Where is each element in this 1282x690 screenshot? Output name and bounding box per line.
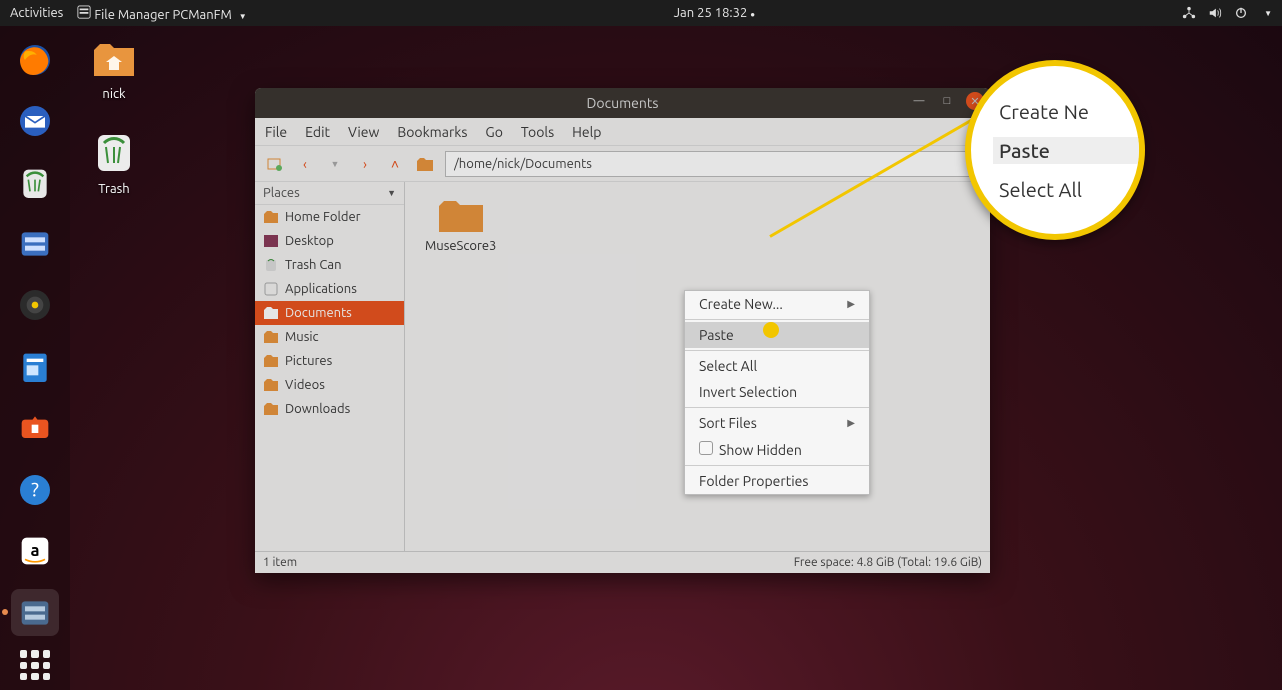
sidebar-videos[interactable]: Videos <box>255 373 404 397</box>
sidebar-downloads[interactable]: Downloads <box>255 397 404 421</box>
places-header[interactable]: Places ▼ <box>255 182 404 205</box>
folder-musescore3[interactable]: MuseScore3 <box>425 196 496 253</box>
file-label: MuseScore3 <box>425 239 496 253</box>
desktop-home-folder[interactable]: nick <box>90 40 138 101</box>
dock-help[interactable]: ? <box>11 466 59 513</box>
up-button[interactable]: ˄ <box>385 154 405 174</box>
callout-row: Create Ne <box>999 100 1139 123</box>
sidebar-trash-can[interactable]: Trash Can <box>255 253 404 277</box>
ctx-sort-files[interactable]: Sort Files▶ <box>685 410 869 436</box>
power-icon[interactable] <box>1234 6 1248 20</box>
menu-help[interactable]: Help <box>572 124 601 140</box>
dock-software[interactable] <box>11 405 59 452</box>
ctx-folder-properties[interactable]: Folder Properties <box>685 468 869 494</box>
menubar: File Edit View Bookmarks Go Tools Help <box>255 118 990 146</box>
ctx-show-hidden[interactable]: Show Hidden <box>685 436 869 463</box>
status-free-space: Free space: 4.8 GiB (Total: 19.6 GiB) <box>794 556 982 569</box>
dock: ? a <box>0 26 70 690</box>
ctx-create-new[interactable]: Create New...▶ <box>685 291 869 317</box>
home-button[interactable] <box>415 154 435 174</box>
show-applications-button[interactable] <box>20 650 50 680</box>
menu-go[interactable]: Go <box>485 124 502 140</box>
sidebar-applications[interactable]: Applications <box>255 277 404 301</box>
path-input[interactable] <box>445 151 980 177</box>
callout-bubble: Create Ne Paste Select All <box>965 60 1145 240</box>
chevron-down-icon: ▼ <box>387 188 396 198</box>
dock-thunderbird[interactable] <box>11 97 59 144</box>
activities-button[interactable]: Activities <box>10 6 63 20</box>
sidebar-desktop[interactable]: Desktop <box>255 229 404 253</box>
menu-edit[interactable]: Edit <box>305 124 330 140</box>
chevron-right-icon: ▶ <box>847 417 855 429</box>
dock-trash[interactable] <box>11 159 59 206</box>
history-dropdown[interactable]: ▼ <box>325 154 345 174</box>
menu-file[interactable]: File <box>265 124 287 140</box>
sidebar-pictures[interactable]: Pictures <box>255 349 404 373</box>
callout-row: Select All <box>999 178 1139 201</box>
dock-file-manager[interactable] <box>11 589 59 636</box>
status-bar: 1 item Free space: 4.8 GiB (Total: 19.6 … <box>255 551 990 573</box>
context-menu: Create New...▶ Paste Select All Invert S… <box>684 290 870 495</box>
clock[interactable]: Jan 25 18:32 ● <box>247 6 1182 20</box>
status-item-count: 1 item <box>263 556 297 569</box>
back-button[interactable]: ‹ <box>295 154 315 174</box>
callout-anchor-dot <box>763 322 779 338</box>
volume-icon[interactable] <box>1208 6 1222 20</box>
dock-rhythmbox[interactable] <box>11 282 59 329</box>
desktop-trash[interactable]: Trash <box>90 131 138 196</box>
ctx-invert-selection[interactable]: Invert Selection <box>685 379 869 405</box>
ctx-select-all[interactable]: Select All <box>685 353 869 379</box>
window-maximize-button[interactable]: □ <box>938 92 956 110</box>
chevron-right-icon: ▶ <box>847 298 855 310</box>
dock-files[interactable] <box>11 220 59 267</box>
chevron-down-icon: ▼ <box>239 12 247 21</box>
checkbox-icon <box>699 441 713 455</box>
sidebar-documents[interactable]: Documents <box>255 301 404 325</box>
forward-button[interactable]: › <box>355 154 375 174</box>
file-manager-window: Documents — □ ✕ File Edit View Bookmarks… <box>255 88 990 573</box>
dock-libreoffice-writer[interactable] <box>11 343 59 390</box>
toolbar: ‹ ▼ › ˄ <box>255 146 990 182</box>
active-app-menu[interactable]: File Manager PCManFM ▼ <box>77 5 246 22</box>
svg-text:a: a <box>30 541 39 560</box>
dock-firefox[interactable] <box>11 36 59 83</box>
chevron-down-icon: ▼ <box>1264 9 1272 18</box>
svg-text:?: ? <box>31 477 39 500</box>
sidebar: Places ▼ Home Folder Desktop Trash Can A… <box>255 182 405 551</box>
window-titlebar[interactable]: Documents — □ ✕ <box>255 88 990 118</box>
dock-amazon[interactable]: a <box>11 528 59 575</box>
network-icon[interactable] <box>1182 6 1196 20</box>
window-title: Documents <box>587 95 659 111</box>
menu-bookmarks[interactable]: Bookmarks <box>397 124 467 140</box>
callout-row-highlighted: Paste <box>993 137 1145 164</box>
sidebar-music[interactable]: Music <box>255 325 404 349</box>
menu-tools[interactable]: Tools <box>521 124 554 140</box>
sidebar-home-folder[interactable]: Home Folder <box>255 205 404 229</box>
top-bar: Activities File Manager PCManFM ▼ Jan 25… <box>0 0 1282 26</box>
new-tab-button[interactable] <box>265 154 285 174</box>
file-manager-indicator-icon <box>77 5 91 19</box>
window-minimize-button[interactable]: — <box>910 92 928 110</box>
menu-view[interactable]: View <box>348 124 379 140</box>
